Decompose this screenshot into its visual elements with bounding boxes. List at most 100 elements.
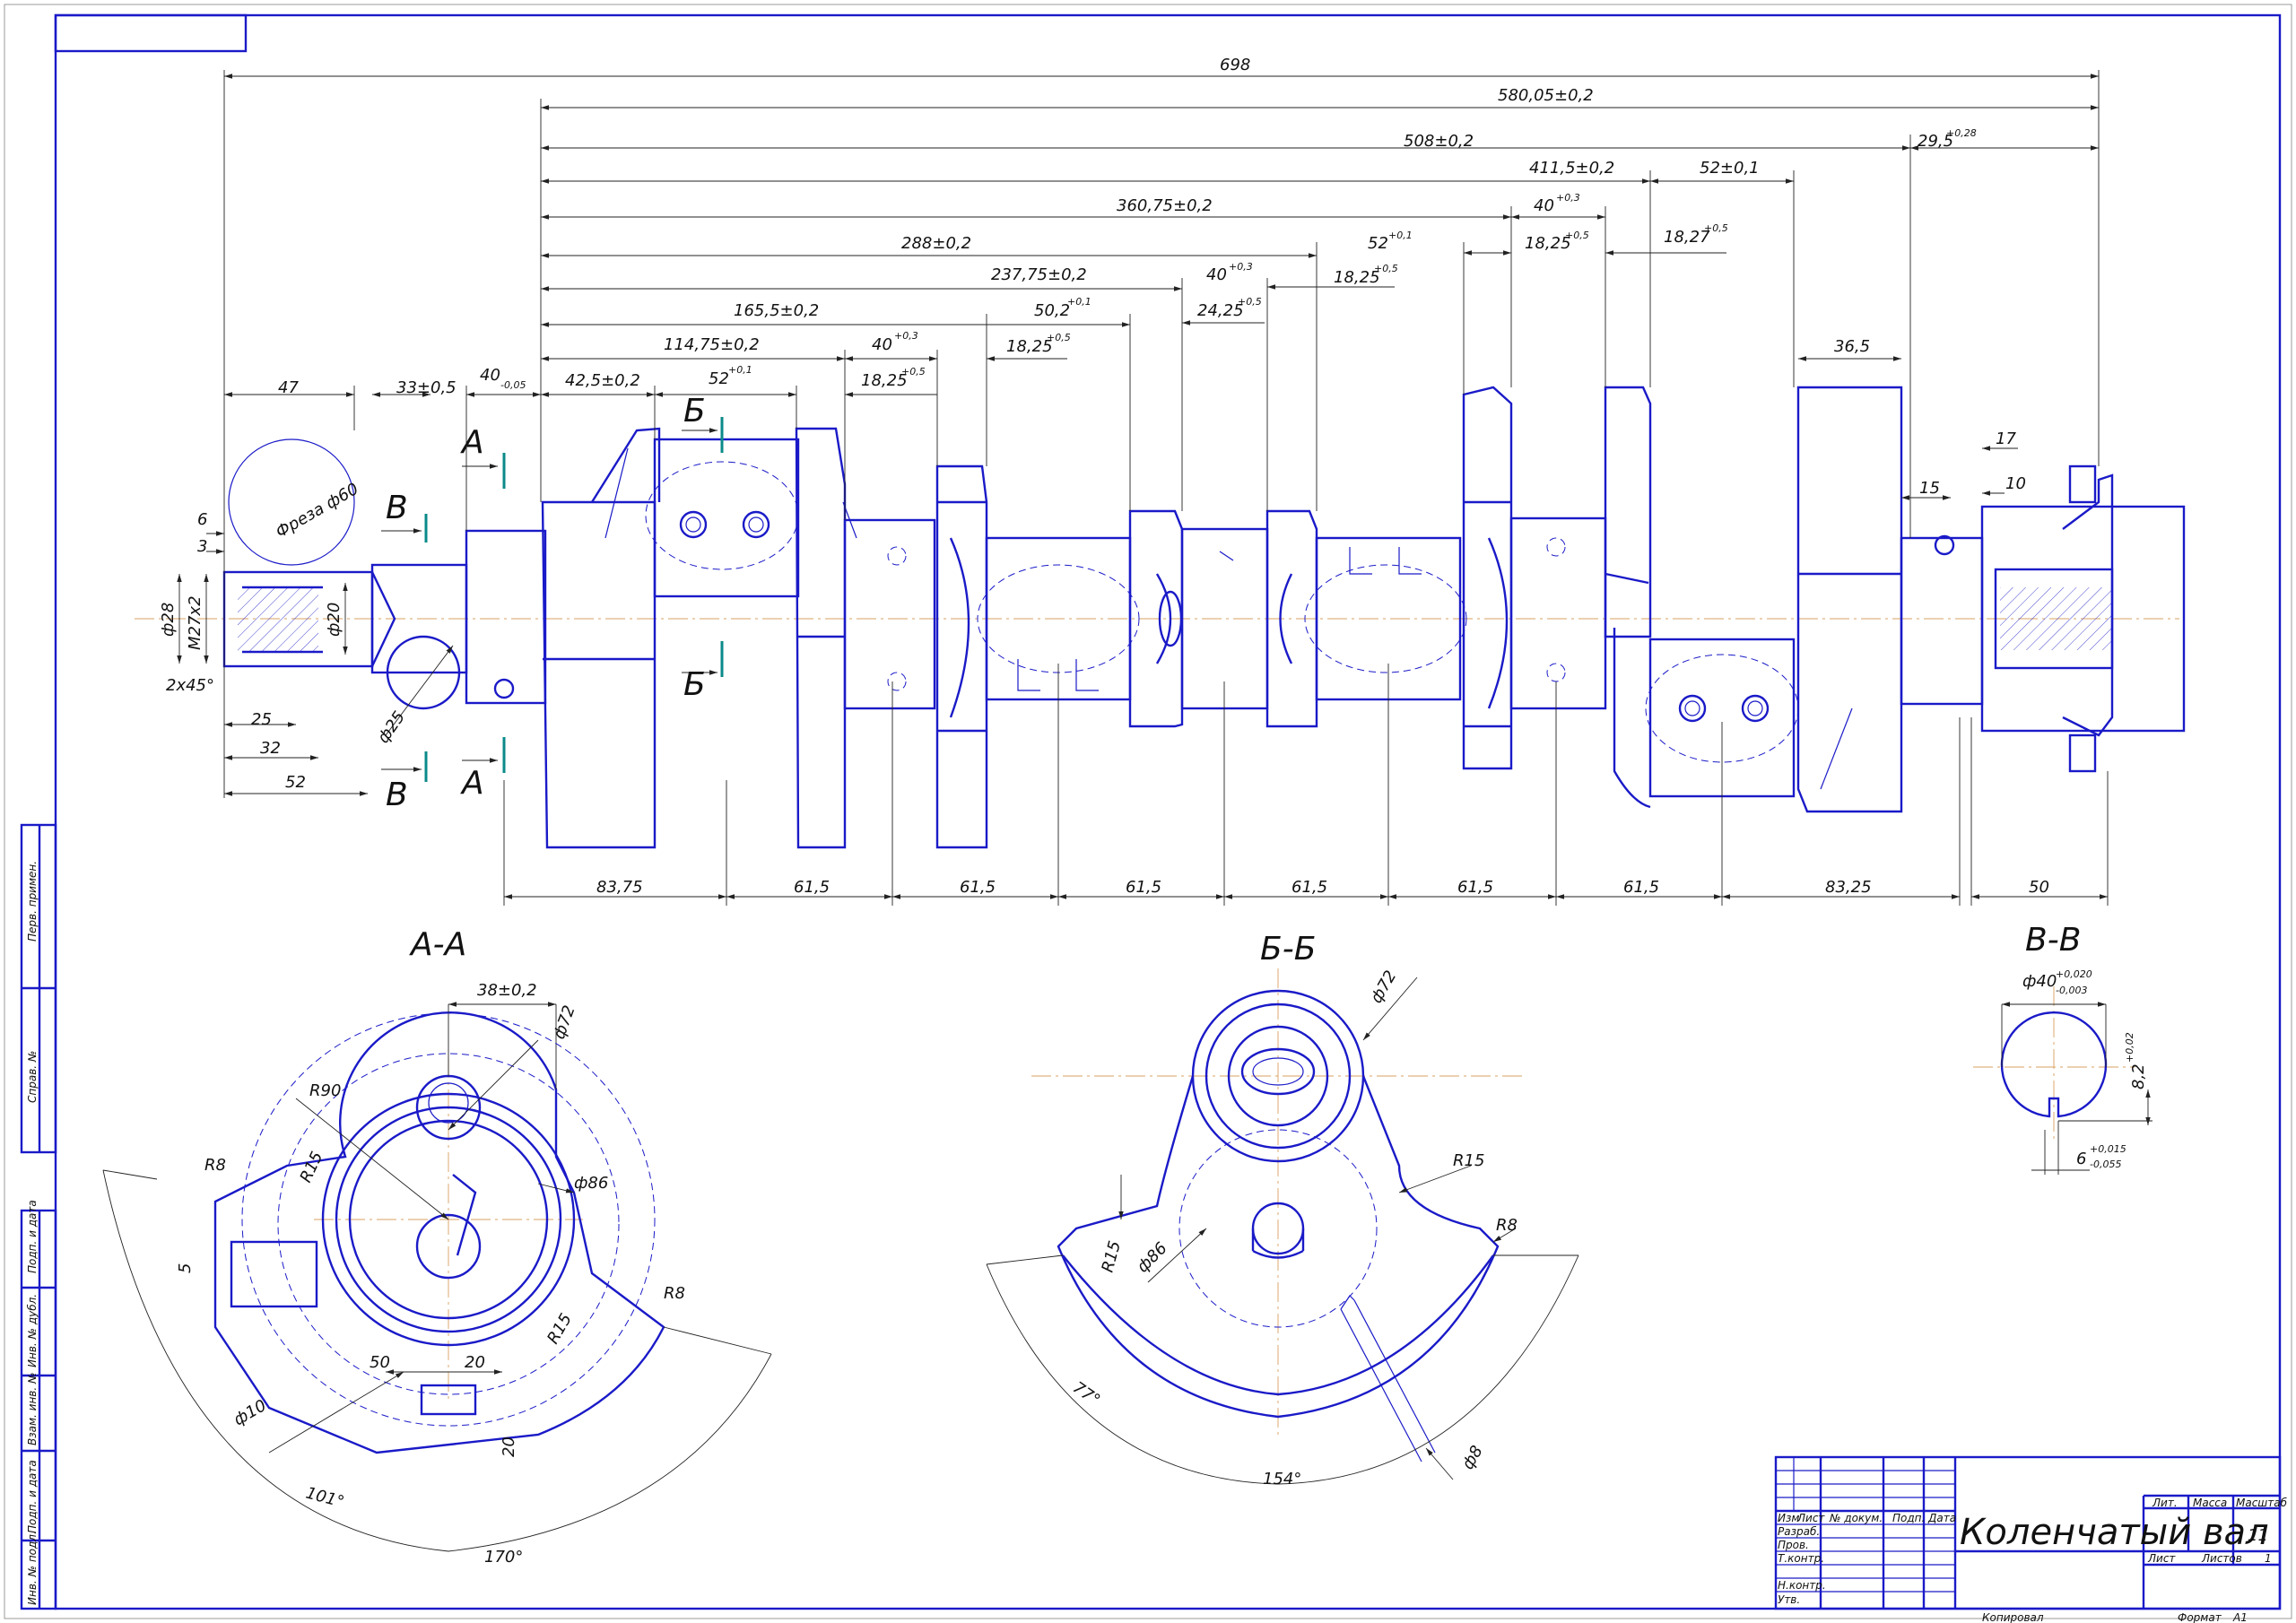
tb-role-5: Н.контр. (1778, 1579, 1826, 1592)
dim-288: 288±0,2 (901, 234, 971, 253)
bb-label-154: 154° (1263, 1470, 1301, 1488)
dim-40c: 40 (872, 335, 892, 354)
dim-61-5-d: 61,5 (1292, 878, 1327, 897)
cut-mark-v-bottom: В (386, 777, 408, 813)
aa-label-170: 170° (484, 1548, 523, 1567)
vv-label-d40-tol-down: -0,003 (2056, 985, 2087, 996)
bottom-dimensions: 83,75 61,5 61,5 61,5 61,5 61,5 61,5 83,2… (504, 664, 2108, 906)
tb-scale: Масштаб (2236, 1497, 2288, 1509)
dim-36-5: 36,5 (1834, 337, 1870, 356)
bb-label-r8: R8 (1496, 1216, 1518, 1235)
section-vv-title: В-В (2025, 922, 2081, 959)
dim-18-25c: 18,25 (1006, 337, 1053, 356)
tb-sheets: Листов (2201, 1552, 2242, 1565)
section-bb: Б-Б ф72 R15 R8 R15 ф86 77° 154° ф8 (986, 931, 1579, 1488)
dim-580: 580,05±0,2 (1498, 86, 1594, 105)
dim-d25: ф25 (374, 707, 409, 746)
dim-18-25b: 18,25 (1334, 268, 1380, 287)
copied-label: Копировал (1982, 1611, 2044, 1623)
dim-411: 411,5±0,2 (1529, 159, 1614, 178)
dim-25: 25 (251, 710, 272, 729)
aa-label-20: 20 (465, 1353, 485, 1372)
tb-sign: Подп. (1892, 1512, 1925, 1524)
dim-61-5-f: 61,5 (1623, 878, 1659, 897)
dim-165: 165,5±0,2 (734, 301, 819, 320)
vv-label-8-2-tol: +0,02 (2124, 1032, 2135, 1063)
aa-label-38: 38±0,2 (477, 981, 537, 1000)
dim-33: 33±0,5 (396, 378, 457, 397)
dim-40b: 40 (1206, 265, 1227, 284)
dim-52b-tol: +0,1 (1388, 230, 1413, 241)
side-label-5: Взам. инв. № (26, 1373, 39, 1445)
dim-17: 17 (1996, 430, 2016, 448)
drawing-sheet: Перв. примен. Справ. № Подп. и дата Инв.… (4, 4, 2292, 1623)
format-label: Формат (2178, 1611, 2222, 1623)
dim-61-5-e: 61,5 (1457, 878, 1493, 897)
dim-24-25-tol: +0,5 (1238, 296, 1262, 308)
tb-sheet: Лист (2147, 1552, 2176, 1565)
vv-label-d40: ф40 (2022, 972, 2057, 991)
tb-izm: Изм (1778, 1512, 1799, 1524)
tb-list: Лист (1796, 1512, 1825, 1524)
dim-18-25c-tol: +0,5 (1047, 332, 1071, 343)
side-label-1: Перв. примен. (26, 861, 39, 942)
tb-sheets-value: 1 (2265, 1552, 2272, 1565)
aa-label-50: 50 (370, 1353, 390, 1372)
aa-label-r8: R8 (204, 1156, 226, 1175)
dim-114: 114,75±0,2 (664, 335, 760, 354)
dim-18-25a: 18,25 (1525, 234, 1571, 253)
section-bb-title: Б-Б (1260, 931, 1316, 968)
bb-label-d72: ф72 (1367, 968, 1400, 1007)
dim-18-25d: 18,25 (861, 371, 908, 390)
side-stamp: Перв. примен. Справ. № Подп. и дата Инв.… (20, 823, 57, 1610)
vv-label-8-2: 8,2 (2129, 1063, 2148, 1089)
bb-label-r15: R15 (1453, 1151, 1484, 1170)
aa-label-20b: 20 (500, 1436, 518, 1457)
dim-237: 237,75±0,2 (991, 265, 1087, 284)
section-vv: В-В ф40 +0,020 -0,003 8,2 +0,02 6 +0,015… (1973, 922, 2152, 1175)
cut-mark-v-top: В (386, 490, 408, 526)
section-aa: А-А 38±0,2 ф72 R90 R8 R15 ф86 5 R15 R8 5… (102, 926, 772, 1567)
aa-label-101: 101° (304, 1484, 346, 1513)
tb-lit: Лит. (2152, 1497, 2178, 1509)
dim-32: 32 (260, 739, 281, 758)
tb-mass: Масса (2193, 1497, 2227, 1509)
title-block: Изм Лист № докум. Подп. Дата Разраб. Про… (1774, 1455, 2288, 1623)
drawing-title: Коленчатый вал (1960, 1512, 2269, 1553)
dim-42-5: 42,5±0,2 (565, 371, 640, 390)
dim-83-75: 83,75 (596, 878, 643, 897)
dim-chamfer: 2x45° (166, 676, 214, 695)
cut-mark-a-bottom: А (460, 765, 484, 802)
aa-label-r90: R90 (309, 1081, 341, 1100)
dim-18-25d-tol: +0,5 (901, 366, 926, 378)
dim-18-27-tol: +0,5 (1704, 222, 1728, 234)
dim-40a-tol: +0,3 (1556, 192, 1580, 204)
side-label-7: Инв. № подл. (26, 1531, 39, 1605)
bb-label-d8: ф8 (1458, 1443, 1487, 1473)
dim-61-5-c: 61,5 (1126, 878, 1161, 897)
dim-18-25a-tol: +0,5 (1565, 230, 1589, 241)
aa-label-d86: ф86 (574, 1174, 608, 1193)
dim-d20: ф20 (325, 603, 344, 637)
aa-label-d72: ф72 (550, 1003, 579, 1042)
dim-52a: 52±0,1 (1700, 159, 1760, 178)
tb-date: Дата (1927, 1512, 1956, 1524)
dim-29-5-tol: +0,28 (1946, 127, 1977, 139)
dim-52c: 52 (709, 369, 729, 388)
bb-label-r15b: R15 (1099, 1239, 1125, 1275)
dim-10: 10 (2005, 474, 2026, 493)
tb-docnum: № докум. (1829, 1512, 1883, 1524)
dim-40d: 40 (480, 366, 500, 385)
vv-label-6: 6 (2076, 1150, 2086, 1168)
tb-role-3: Т.контр. (1778, 1552, 1824, 1565)
dim-61-5-a: 61,5 (794, 878, 830, 897)
dim-360: 360,75±0,2 (1117, 196, 1213, 215)
dim-50-end: 50 (2029, 878, 2049, 897)
aa-label-5: 5 (176, 1263, 195, 1273)
cut-mark-a-top: А (460, 424, 484, 461)
dim-m27: M27x2 (186, 595, 204, 650)
dim-24-25: 24,25 (1197, 301, 1244, 320)
side-label-3: Подп. и дата (26, 1200, 39, 1273)
top-dimensions: 698 580,05±0,2 508±0,2 411,5±0,2 52±0,1 … (224, 56, 2099, 500)
dim-52c-tol: +0,1 (728, 364, 752, 376)
